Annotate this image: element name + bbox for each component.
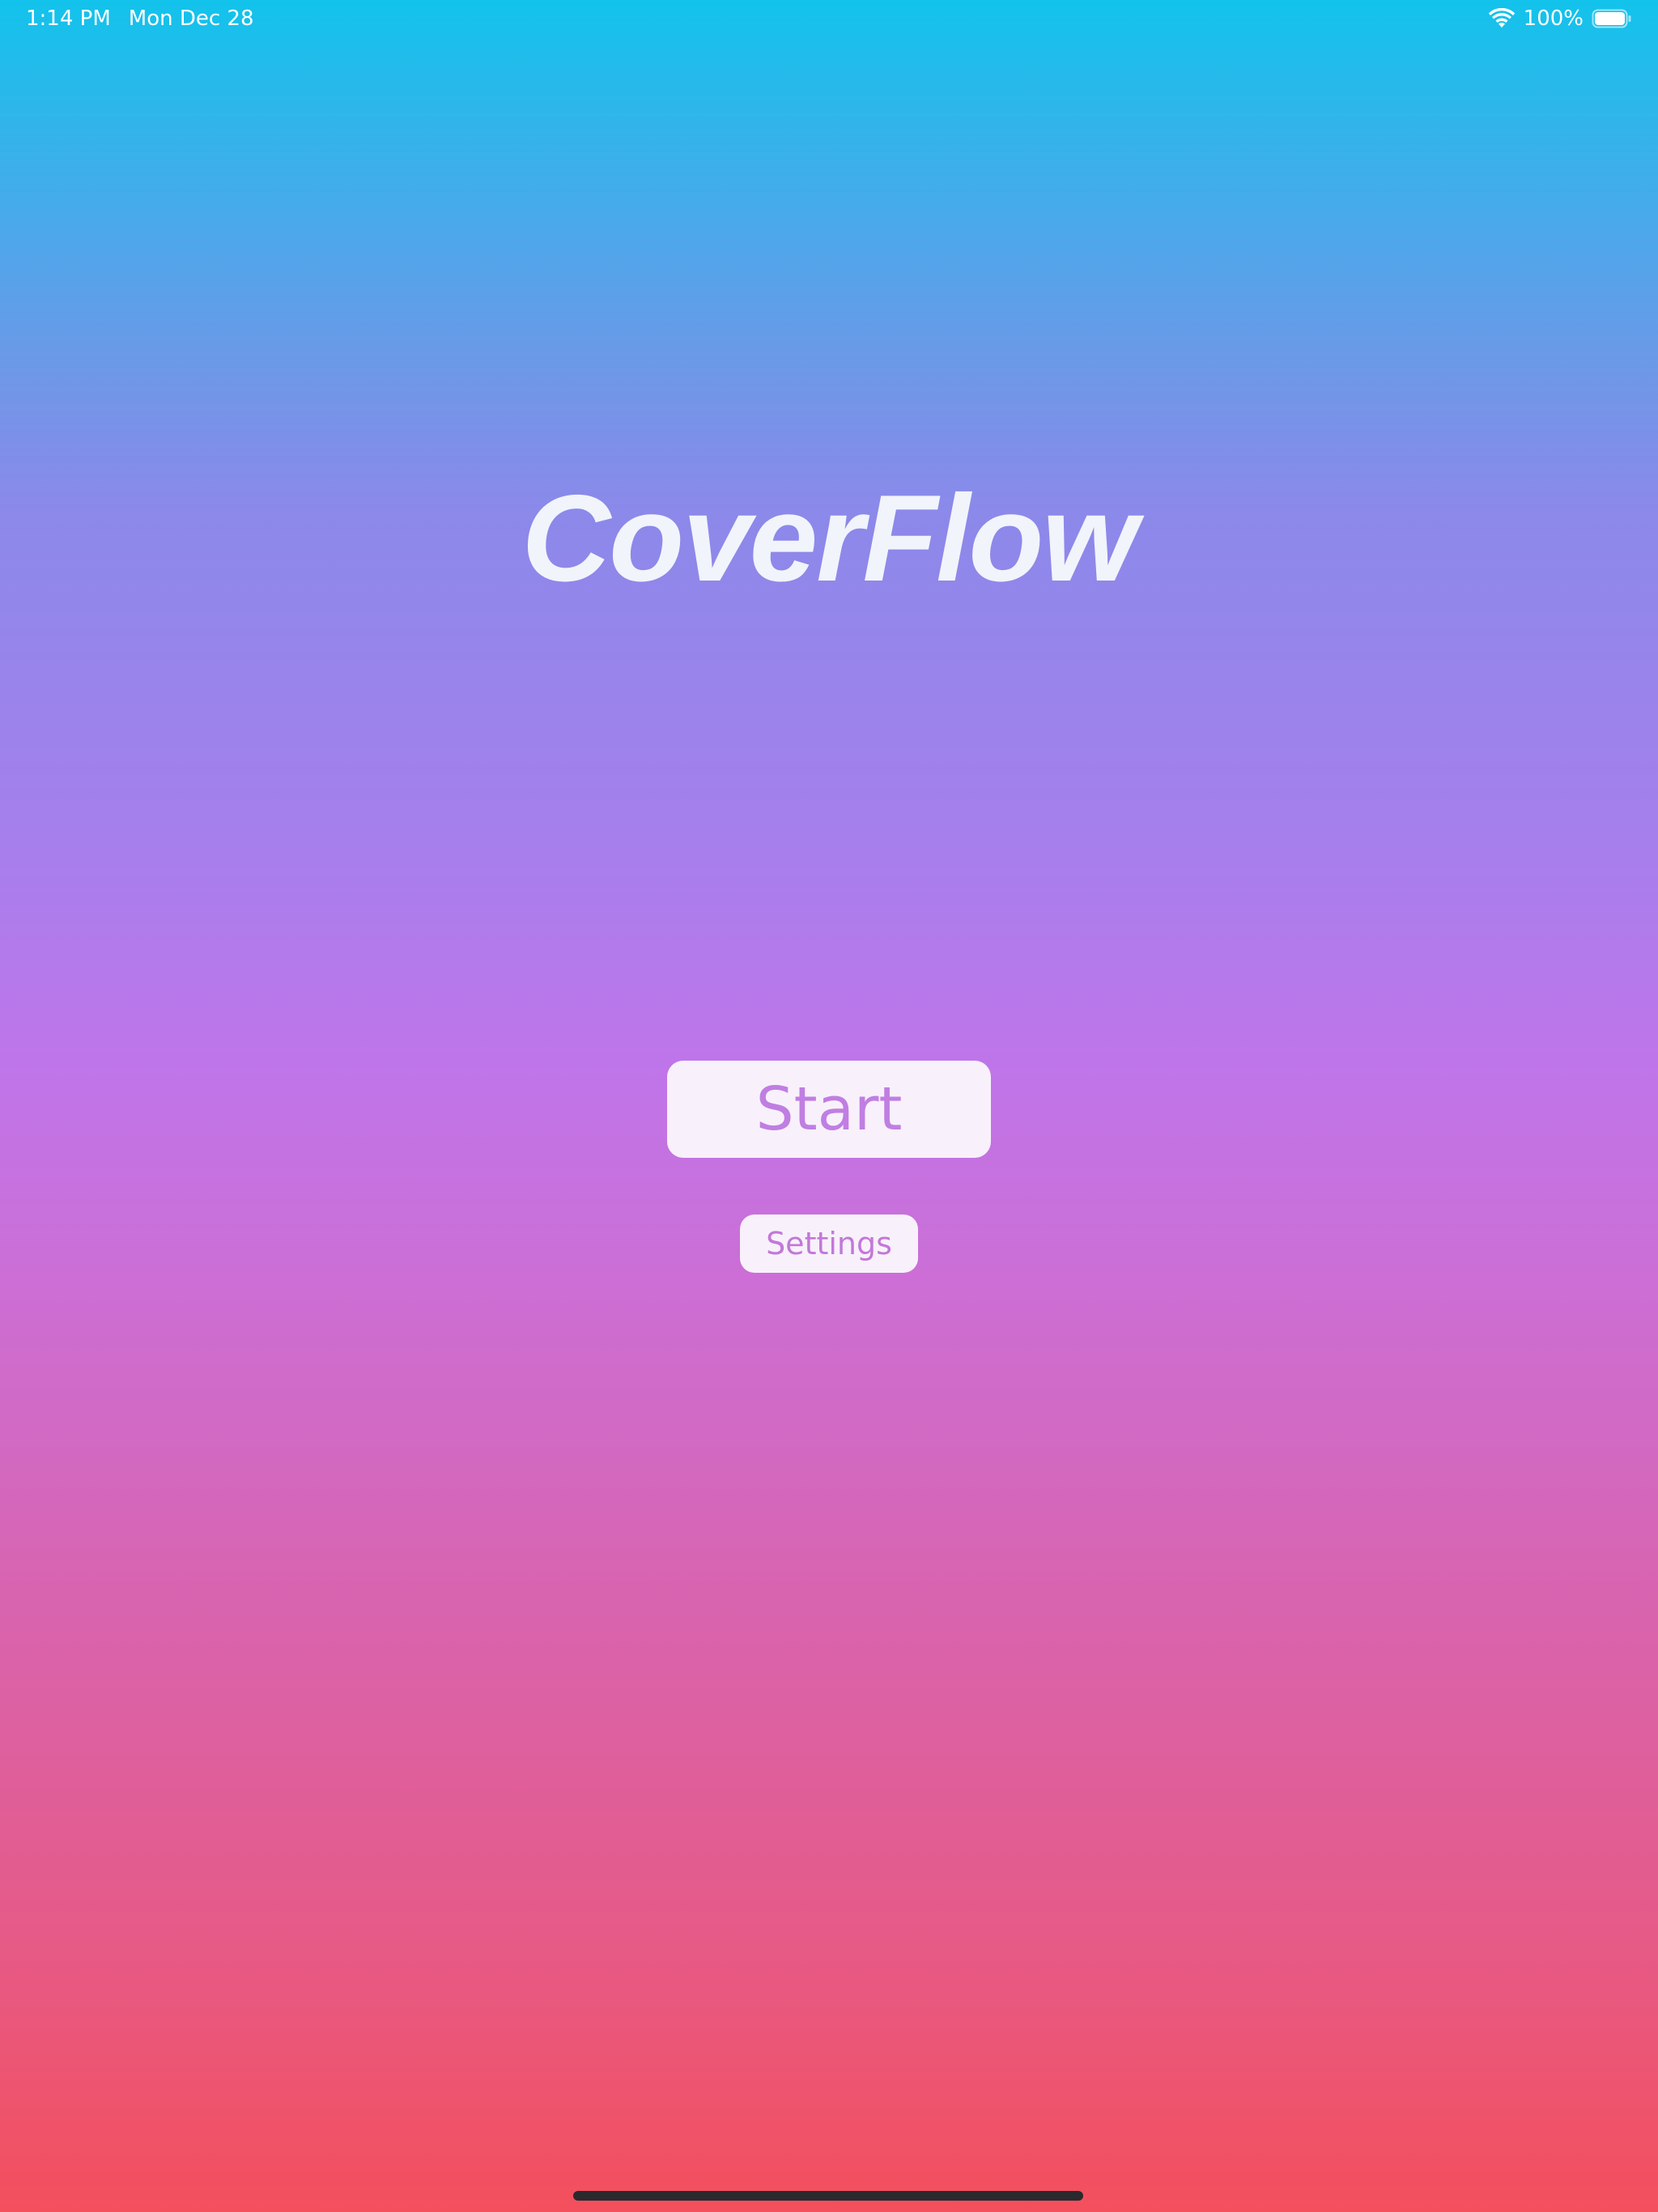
wifi-icon (1488, 7, 1516, 29)
battery-icon (1592, 8, 1632, 29)
status-date: Mon Dec 28 (128, 6, 254, 31)
status-time: 1:14 PM (26, 6, 111, 31)
status-bar: 1:14 PM Mon Dec 28 100% (0, 0, 1658, 39)
battery-percent: 100% (1523, 6, 1584, 31)
app-title: CoverFlow (521, 470, 1138, 607)
status-right: 100% (1488, 6, 1632, 31)
settings-button[interactable]: Settings (740, 1214, 918, 1273)
status-left: 1:14 PM Mon Dec 28 (26, 6, 254, 31)
home-indicator[interactable] (573, 2191, 1083, 2201)
start-button[interactable]: Start (667, 1061, 991, 1158)
